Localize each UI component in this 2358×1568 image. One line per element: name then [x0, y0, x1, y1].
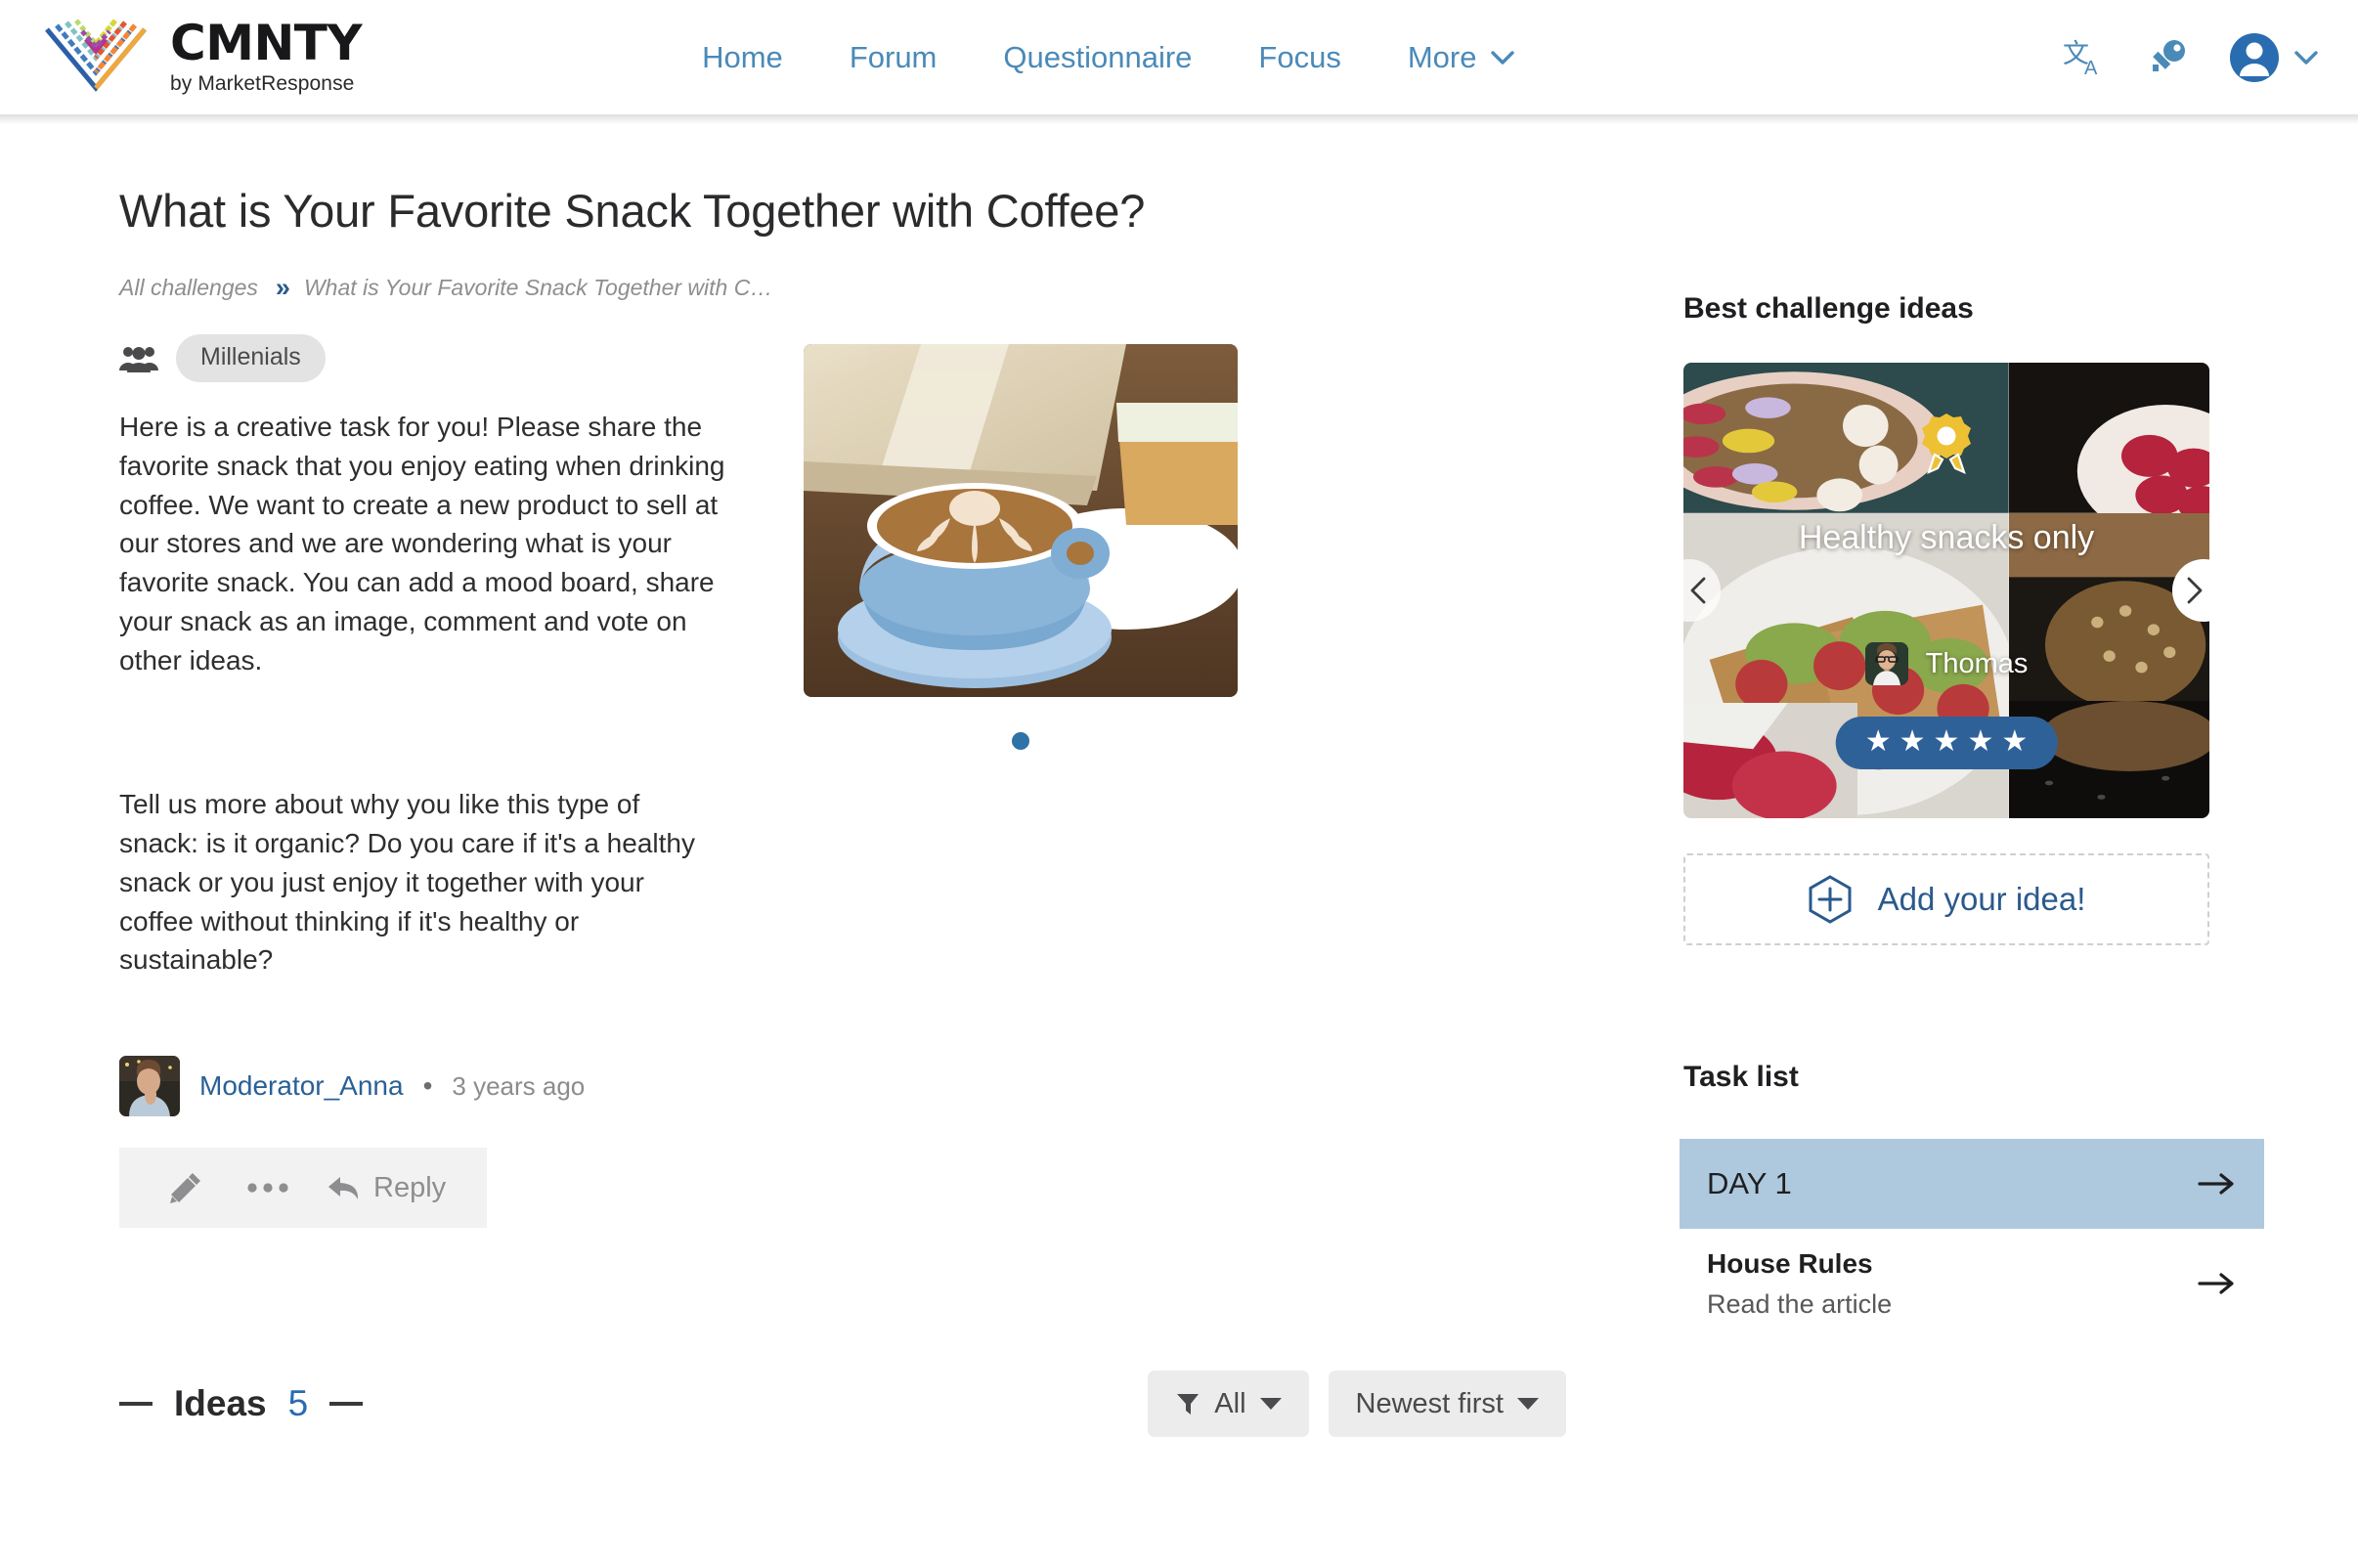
chevron-down-icon	[2294, 50, 2318, 65]
star-icon: ★	[1864, 725, 1892, 758]
user-menu-button[interactable]	[2229, 32, 2319, 83]
task-texts: House Rules Read the article	[1707, 1248, 1892, 1320]
divider-left	[119, 1402, 153, 1407]
filter-all-button[interactable]: All	[1148, 1371, 1309, 1438]
edit-button[interactable]	[145, 1170, 227, 1205]
carousel-dot-1[interactable]	[1012, 732, 1029, 751]
chevron-down-icon	[1517, 1398, 1539, 1411]
star-icon: ★	[1933, 725, 1960, 758]
page-body: What is Your Favorite Snack Together wit…	[0, 114, 2358, 1568]
breadcrumb-separator-icon: »	[275, 273, 290, 303]
app-header: CMNTY by MarketResponse Home Forum Quest…	[0, 0, 2358, 124]
audience-row: Millenials	[119, 334, 725, 383]
nav-item-more-label: More	[1407, 39, 1477, 74]
header-icon-group: 文 A	[2061, 32, 2319, 83]
ideas-section-header: Ideas 5 All Newest first	[119, 1371, 1566, 1438]
idea-card-title: Healthy snacks only	[1798, 519, 2095, 556]
brand-logo[interactable]: CMNTY by MarketResponse	[43, 15, 363, 100]
post-action-bar: Reply	[119, 1148, 487, 1229]
collage-image-raspberries	[2008, 363, 2209, 513]
idea-card-author: Thomas	[1683, 642, 2209, 685]
add-idea-label: Add your idea!	[1877, 881, 2086, 917]
breadcrumb-root[interactable]: All challenges	[119, 275, 258, 301]
cmnty-diamond-logo-icon	[45, 18, 147, 92]
ellipsis-icon	[247, 1183, 288, 1193]
challenge-paragraph-2: Tell us more about why you like this typ…	[119, 789, 695, 976]
chevron-left-icon	[1690, 577, 1706, 604]
brand-tagline: by MarketResponse	[170, 72, 355, 95]
arrow-right-icon	[2198, 1273, 2234, 1294]
svg-text:A: A	[2084, 58, 2098, 79]
reply-button[interactable]: Reply	[327, 1172, 446, 1204]
sort-button[interactable]: Newest first	[1328, 1371, 1566, 1438]
avatar[interactable]	[119, 1056, 180, 1117]
author-separator: •	[422, 1070, 433, 1102]
nav-item-focus[interactable]: Focus	[1258, 40, 1340, 75]
challenge-text-column: Millenials Here is a creative task for y…	[119, 334, 725, 1229]
idea-card-author-name: Thomas	[1925, 647, 2029, 679]
translate-icon[interactable]: 文 A	[2061, 35, 2106, 80]
avatar	[1864, 642, 1908, 685]
pencil-icon	[170, 1173, 200, 1204]
add-idea-button[interactable]: Add your idea!	[1683, 853, 2209, 945]
breadcrumb: All challenges » What is Your Favorite S…	[119, 273, 1623, 303]
ideas-filters: All Newest first	[1148, 1371, 1566, 1438]
award-ribbon-icon	[1922, 414, 1971, 474]
arrow-right-icon	[2198, 1173, 2234, 1195]
task-row[interactable]: House Rules Read the article	[1680, 1229, 2264, 1338]
task-day-label: DAY 1	[1707, 1166, 1792, 1200]
star-icon: ★	[1899, 725, 1926, 758]
task-list-heading: Task list	[1683, 1061, 1799, 1093]
status-badge: ★ ★ ★ ★ ★	[1835, 717, 2058, 769]
chevron-down-icon	[1259, 1398, 1282, 1411]
brand-name: CMNTY	[170, 15, 363, 71]
star-icon: ★	[1967, 725, 1994, 758]
sort-label: Newest first	[1355, 1387, 1504, 1419]
nav-item-home[interactable]: Home	[702, 40, 783, 75]
author-row: Moderator_Anna • 3 years ago	[119, 1056, 725, 1117]
challenge-media-column	[804, 334, 1238, 1228]
hero-image[interactable]	[804, 344, 1238, 698]
carousel-dots	[804, 732, 1238, 751]
more-options-button[interactable]	[227, 1181, 309, 1195]
page-title: What is Your Favorite Snack Together wit…	[119, 185, 1146, 237]
best-idea-card[interactable]: Healthy snacks only Thomas ★ ★ ★ ★ ★	[1683, 363, 2209, 818]
star-icon: ★	[2001, 725, 2029, 758]
ideas-count: 5	[287, 1383, 309, 1424]
main-nav: Home Forum Questionnaire Focus More	[702, 40, 1515, 75]
nav-item-questionnaire[interactable]: Questionnaire	[1003, 40, 1192, 75]
task-subtitle: Read the article	[1707, 1288, 1893, 1319]
task-row[interactable]: DAY 1	[1680, 1139, 2264, 1229]
main-content: What is Your Favorite Snack Together wit…	[0, 114, 1623, 1568]
breadcrumb-current: What is Your Favorite Snack Together wit…	[303, 275, 773, 301]
right-sidebar: Best challenge ideas Healthy snacks only…	[1623, 114, 2358, 1568]
funnel-icon	[1177, 1394, 1200, 1416]
challenge-body: Millenials Here is a creative task for y…	[119, 334, 1623, 1229]
collage-image-raspberry-detail	[1683, 703, 1857, 818]
key-icon[interactable]	[2147, 37, 2188, 78]
challenge-paragraph-1: Here is a creative task for you! Please …	[119, 412, 725, 675]
author-name[interactable]: Moderator_Anna	[199, 1070, 404, 1102]
filter-all-label: All	[1214, 1387, 1246, 1419]
task-title: House Rules	[1707, 1247, 1873, 1279]
user-avatar-icon	[2230, 32, 2279, 82]
author-timestamp: 3 years ago	[452, 1070, 586, 1101]
nav-item-forum[interactable]: Forum	[850, 40, 938, 75]
chevron-down-icon	[1491, 50, 1515, 65]
ideas-title: Ideas 5	[119, 1383, 364, 1424]
hexagon-plus-icon	[1809, 875, 1852, 924]
best-ideas-heading: Best challenge ideas	[1683, 292, 1974, 325]
users-group-icon	[119, 346, 158, 372]
chevron-right-icon	[2187, 577, 2203, 604]
reply-label: Reply	[373, 1171, 447, 1203]
nav-item-more[interactable]: More	[1408, 40, 1516, 75]
audience-tag[interactable]: Millenials	[176, 334, 326, 383]
ideas-label: Ideas	[174, 1383, 267, 1424]
divider-right	[329, 1402, 364, 1407]
reply-arrow-icon	[328, 1177, 359, 1200]
